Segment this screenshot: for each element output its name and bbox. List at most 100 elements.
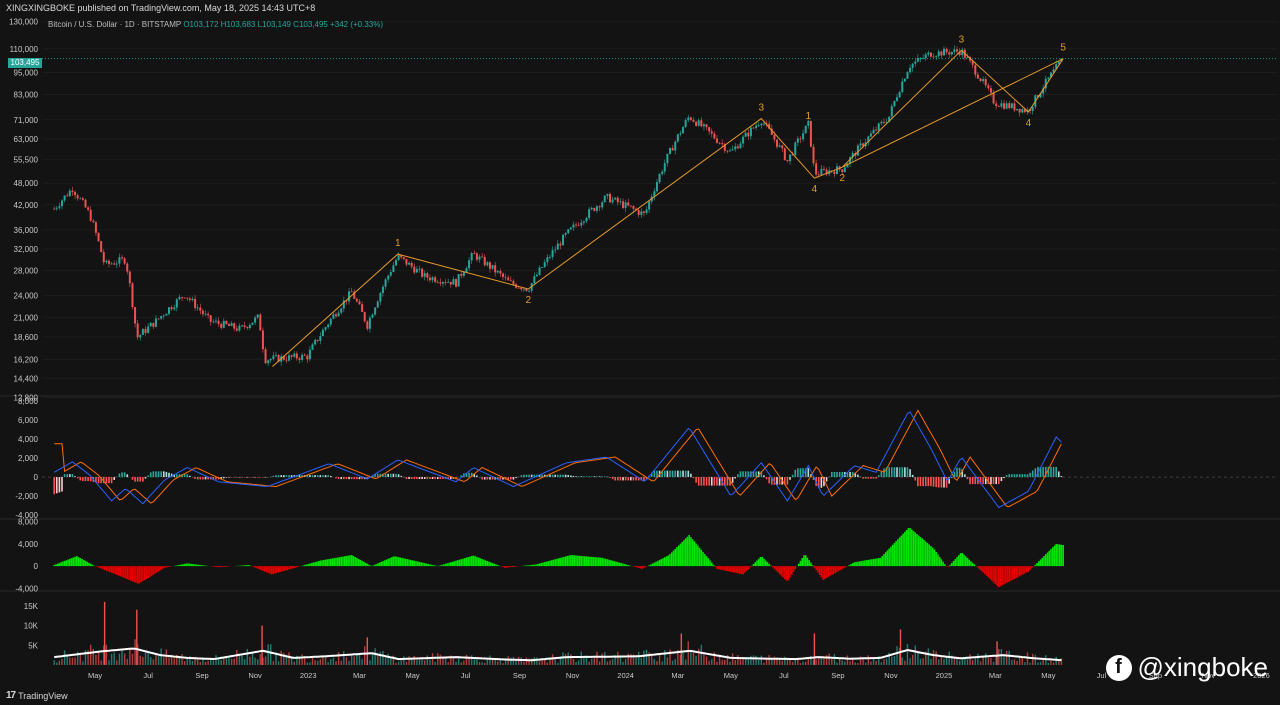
oscillator-bar: [681, 541, 683, 567]
oscillator-bar: [658, 559, 661, 567]
candle-body: [789, 154, 792, 162]
oscillator-bar: [617, 562, 619, 567]
oscillator-bar: [817, 566, 819, 573]
volume-bar: [447, 662, 449, 665]
oscillator-bar: [954, 559, 957, 567]
candle-body: [408, 262, 411, 265]
oscillator-bar: [643, 566, 645, 568]
macd-histogram-bar: [55, 477, 58, 494]
oscillator-bar: [782, 566, 784, 578]
volume-bar: [802, 661, 804, 665]
volume-bar: [160, 648, 162, 665]
macd-histogram-bar: [919, 477, 922, 487]
oscillator-bar: [140, 566, 142, 583]
oscillator-bar: [375, 564, 377, 567]
macd-histogram-bar: [888, 467, 890, 478]
oscillator-bar: [472, 555, 475, 567]
oscillator-bar: [790, 566, 793, 575]
macd-histogram-bar: [515, 477, 517, 479]
oscillator-bar: [291, 566, 294, 569]
candle-body: [228, 324, 231, 326]
volume-bar: [123, 653, 126, 665]
macd-histogram-bar: [830, 471, 833, 478]
macd-histogram-bar: [423, 477, 426, 480]
macd-histogram-bar: [588, 476, 590, 478]
volume-bar: [512, 656, 515, 665]
candle-body: [301, 354, 304, 360]
candle-body: [413, 266, 416, 273]
volume-bar: [635, 657, 637, 665]
wave-label: 1: [806, 111, 812, 122]
candle-body: [494, 265, 497, 273]
volume-bar: [1005, 650, 1008, 665]
volume-bar: [424, 660, 426, 665]
candle-body: [541, 267, 544, 268]
oscillator-bar: [545, 561, 548, 567]
candle-body: [520, 287, 523, 290]
oscillator-bar: [832, 566, 835, 575]
oscillator-bar: [176, 565, 179, 567]
macd-histogram-bar: [499, 477, 502, 480]
candle-body: [611, 199, 614, 203]
osc-tick-label: 0: [34, 562, 39, 571]
candle-body: [74, 192, 77, 196]
volume-bar: [384, 655, 387, 665]
oscillator-bar: [648, 565, 650, 567]
oscillator-bar: [578, 555, 581, 567]
oscillator-bar: [787, 566, 790, 581]
volume-bar: [695, 655, 697, 665]
volume-bar: [476, 658, 478, 665]
candle-body: [110, 263, 113, 265]
oscillator-bar: [415, 561, 417, 567]
oscillator-bar: [886, 550, 889, 567]
macd-histogram-bar: [251, 477, 254, 478]
candle-body: [288, 355, 291, 361]
volume-bar: [460, 662, 462, 665]
candle-body: [452, 279, 455, 285]
oscillator-bar: [907, 528, 910, 567]
volume-bar: [408, 656, 410, 665]
oscillator-bar: [242, 565, 245, 567]
volume-bar: [721, 660, 723, 665]
oscillator-bar: [387, 558, 389, 567]
volume-bar: [116, 660, 118, 665]
candle-body: [713, 133, 716, 139]
macd-histogram-bar: [176, 474, 178, 478]
oscillator-bar: [916, 534, 918, 567]
macd-histogram-bar: [572, 475, 575, 478]
volume-bar: [880, 662, 883, 665]
candle-body: [729, 150, 732, 152]
candle-body: [248, 324, 251, 328]
candle-body: [329, 318, 332, 325]
macd-histogram-bar: [995, 477, 997, 485]
oscillator-bar: [891, 544, 894, 567]
volume-bar: [515, 660, 517, 665]
candle-body: [942, 48, 945, 56]
oscillator-bar: [622, 563, 624, 567]
candle-body: [61, 200, 64, 207]
volume-bar: [1039, 661, 1042, 665]
candle-body: [700, 120, 703, 127]
macd-histogram-bar: [82, 477, 84, 482]
macd-histogram-bar: [262, 477, 264, 478]
candle-body: [449, 281, 452, 285]
macd-histogram-bar: [799, 468, 802, 478]
candle-body: [53, 208, 56, 210]
volume-bar: [1008, 650, 1010, 665]
oscillator-bar: [829, 566, 831, 577]
oscillator-bar: [467, 557, 470, 567]
candle-body: [290, 355, 293, 357]
candle-body: [58, 206, 61, 208]
macd-histogram-bar: [705, 477, 708, 486]
price-tick-label: 21,000: [14, 313, 39, 322]
tradingview-logo[interactable]: 17 TradingView: [6, 690, 68, 701]
oscillator-bar: [103, 566, 106, 570]
volume-bar: [914, 645, 916, 665]
oscillator-bar: [942, 561, 944, 567]
volume-bar: [165, 649, 168, 665]
x-tick-label: Nov: [566, 671, 580, 680]
oscillator-bar: [1018, 566, 1021, 577]
macd-histogram-bar: [126, 474, 129, 478]
candle-body: [102, 252, 105, 263]
macd-histogram-bar: [1055, 466, 1057, 478]
